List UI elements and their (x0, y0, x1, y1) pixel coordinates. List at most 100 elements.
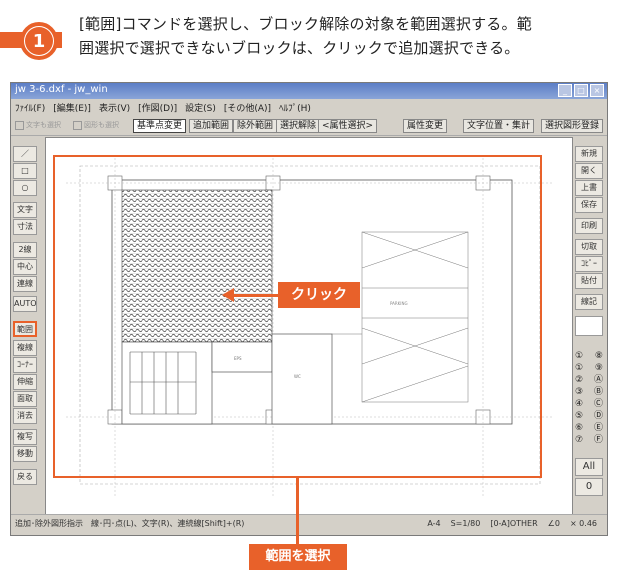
status-angle[interactable]: ∠0 (548, 515, 560, 533)
instruction-line-1: [範囲]コマンドを選択し、ブロック解除の対象を範囲選択する。範 (79, 15, 532, 33)
copy-button[interactable]: ｺﾋﾟｰ (575, 256, 603, 272)
layer-button[interactable]: ① (575, 350, 583, 362)
layer-group-button[interactable]: Ⓒ (594, 398, 603, 410)
tool-rectangle[interactable]: □ (13, 163, 37, 179)
attribute-change-button[interactable]: 属性変更 (403, 119, 448, 133)
status-zoom[interactable]: × 0.46 (570, 515, 597, 533)
menu-file[interactable]: ﾌｧｲﾙ(F) (15, 101, 45, 114)
tool-range[interactable]: 範囲 (13, 321, 37, 337)
menu-draw[interactable]: [作図(D)] (138, 101, 177, 114)
step-badge: 1 (20, 22, 58, 60)
paste-button[interactable]: 貼付 (575, 273, 603, 289)
click-arrow-line (232, 294, 278, 297)
tool-connect-line[interactable]: 連線 (13, 276, 37, 292)
layer-row: ⑥ Ⓔ (575, 422, 603, 434)
tool-offset[interactable]: 複線 (13, 340, 37, 356)
register-figure-button[interactable]: 選択図形登録 (541, 119, 604, 133)
layer-row: ⑤ Ⓓ (575, 410, 603, 422)
new-file-button[interactable]: 新規 (575, 146, 603, 162)
layer-button[interactable]: ② (575, 374, 583, 386)
instruction-line-2: 囲選択で選択できないブロックは、クリックで追加選択できる。 (79, 39, 520, 57)
layer-group-button[interactable]: Ⓕ (594, 434, 603, 446)
instruction-text: [範囲]コマンドを選択し、ブロック解除の対象を範囲選択する。範 囲選択で選択でき… (79, 12, 609, 60)
tool-undo[interactable]: 戻る (13, 469, 37, 485)
text-position-button[interactable]: 文字位置・集計 (463, 119, 535, 133)
layer-row: ①⑨ (575, 362, 603, 374)
checkbox-figure-select-label: 図形も選択 (84, 121, 119, 129)
status-info: A-4 S=1/80 [0-A]OTHER ∠0 × 0.46 (427, 515, 597, 533)
layer-group-grid: ①⑧ ①⑨ ② Ⓐ ③ Ⓑ ④ Ⓒ ⑤ Ⓓ ⑥ Ⓔ ⑦ Ⓕ (575, 350, 603, 446)
tool-text[interactable]: 文字 (13, 202, 37, 218)
maximize-button[interactable]: □ (574, 84, 588, 97)
layer-button[interactable]: ③ (575, 386, 583, 398)
tool-copy[interactable]: 複写 (13, 429, 37, 445)
layer-group-button[interactable]: Ⓔ (594, 422, 603, 434)
checkbox-figure-select[interactable]: 図形も選択 (73, 120, 119, 130)
menu-view[interactable]: 表示(V) (99, 101, 130, 114)
tool-extend[interactable]: 伸縮 (13, 374, 37, 390)
status-hint: 追加･除外図形指示 線･円･点(L)、文字(R)、連続線[Shift]+(R) (15, 519, 245, 528)
status-bar: 追加･除外図形指示 線･円･点(L)、文字(R)、連続線[Shift]+(R) … (11, 514, 607, 535)
base-point-change-button[interactable]: 基準点変更 (133, 119, 187, 133)
status-scale[interactable]: S=1/80 (451, 515, 481, 533)
exclude-range-button[interactable]: 除外範囲 (233, 119, 278, 133)
layer-button[interactable]: ⑤ (575, 410, 583, 422)
tool-line[interactable]: ／ (13, 146, 37, 162)
overwrite-button[interactable]: 上書 (575, 180, 603, 196)
menu-other[interactable]: [その他(A)] (224, 101, 271, 114)
left-toolbar: ／ □ ○ 文字 寸法 2線 中心線 連線 AUTO 範囲 複線 ｺｰﾅｰ 伸縮… (12, 138, 42, 513)
cut-button[interactable]: 切取 (575, 239, 603, 255)
tool-chamfer[interactable]: 面取 (13, 391, 37, 407)
click-callout: クリック (278, 282, 360, 308)
attribute-select-button[interactable]: <属性選択> (318, 119, 378, 133)
control-bar: 文字も選択 図形も選択 基準点変更 追加範囲 除外範囲 選択解除 <属性選択> … (11, 116, 607, 136)
tool-double-line[interactable]: 2線 (13, 242, 37, 258)
layer-button[interactable]: ④ (575, 398, 583, 410)
print-button[interactable]: 印刷 (575, 218, 603, 234)
status-layer[interactable]: [0-A]OTHER (490, 515, 537, 533)
layer-row: ② Ⓐ (575, 374, 603, 386)
current-layer-button[interactable]: 0 (575, 478, 603, 496)
layer-group-button[interactable]: Ⓑ (594, 386, 603, 398)
deselect-button[interactable]: 選択解除 (276, 119, 321, 133)
layer-button[interactable]: ① (575, 362, 583, 374)
tool-erase[interactable]: 消去 (13, 408, 37, 424)
tool-center-line[interactable]: 中心線 (13, 259, 37, 285)
menu-help[interactable]: ﾍﾙﾌﾟ(H) (279, 101, 311, 114)
layer-row: ⑦ Ⓕ (575, 434, 603, 446)
layer-group-button[interactable]: Ⓓ (594, 410, 603, 422)
line-memory-button[interactable]: 線記 (575, 294, 603, 310)
layer-group-button[interactable]: ⑨ (595, 362, 603, 374)
window-controls: _ □ × (558, 84, 604, 97)
checkbox-text-select-label: 文字も選択 (26, 121, 61, 129)
line-type-indicator[interactable] (575, 316, 603, 336)
right-toolbar: 新規 開く 上書 保存 印刷 切取 ｺﾋﾟｰ 貼付 線記 ①⑧ ①⑨ ② Ⓐ ③ Ⓑ… (571, 138, 605, 518)
select-range-callout: 範囲を選択 (249, 544, 347, 570)
save-button[interactable]: 保存 (575, 197, 603, 213)
step-number: 1 (25, 27, 53, 55)
all-layers-button[interactable]: All (575, 458, 603, 476)
menu-settings[interactable]: 設定(S) (185, 101, 216, 114)
menu-edit[interactable]: [編集(E)] (53, 101, 91, 114)
open-file-button[interactable]: 開く (575, 163, 603, 179)
layer-row: ③ Ⓑ (575, 386, 603, 398)
tool-move[interactable]: 移動 (13, 446, 37, 462)
tool-circle[interactable]: ○ (13, 180, 37, 196)
tool-dimension[interactable]: 寸法 (13, 219, 37, 235)
title-bar: jw 3-6.dxf - jw_win _ □ × (11, 83, 607, 99)
layer-group-button[interactable]: Ⓐ (594, 374, 603, 386)
layer-button[interactable]: ⑥ (575, 422, 583, 434)
tool-corner[interactable]: ｺｰﾅｰ (13, 357, 37, 373)
layer-group-button[interactable]: ⑧ (595, 350, 603, 362)
layer-row: ④ Ⓒ (575, 398, 603, 410)
layer-button[interactable]: ⑦ (575, 434, 583, 446)
minimize-button[interactable]: _ (558, 84, 572, 97)
status-paper-size[interactable]: A-4 (427, 515, 440, 533)
add-range-button[interactable]: 追加範囲 (189, 119, 234, 133)
close-button[interactable]: × (590, 84, 604, 97)
tool-auto[interactable]: AUTO (13, 296, 37, 312)
range-callout-line (296, 478, 299, 544)
layer-row: ①⑧ (575, 350, 603, 362)
checkbox-text-select[interactable]: 文字も選択 (15, 120, 61, 130)
click-arrow-icon (222, 288, 234, 302)
